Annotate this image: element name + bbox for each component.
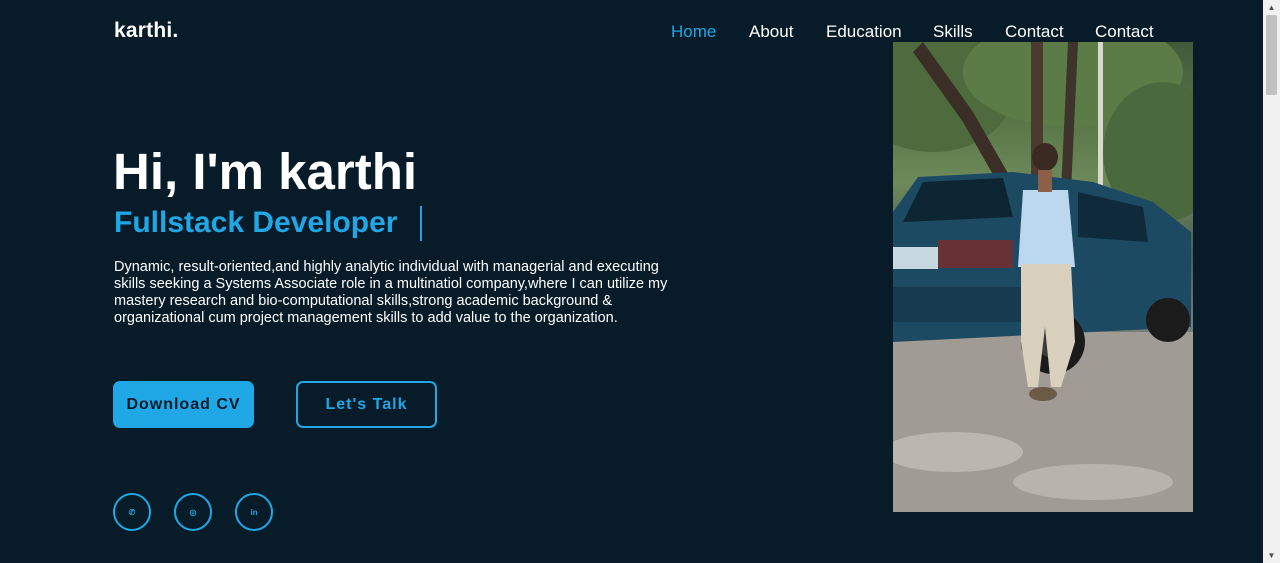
- hero-title: Hi, I'm karthi: [113, 143, 418, 200]
- nav-about[interactable]: About: [749, 22, 793, 42]
- nav-education[interactable]: Education: [826, 22, 902, 42]
- lets-talk-button[interactable]: Let's Talk: [296, 381, 437, 428]
- nav-skills[interactable]: Skills: [933, 22, 973, 42]
- download-cv-button[interactable]: Download CV: [113, 381, 254, 428]
- nav-home[interactable]: Home: [671, 22, 716, 42]
- linkedin-icon[interactable]: in: [235, 493, 273, 531]
- vertical-scrollbar[interactable]: ▲ ▼: [1263, 0, 1280, 563]
- nav-contact[interactable]: Contact: [1005, 22, 1064, 42]
- scroll-up-arrow-icon[interactable]: ▲: [1263, 0, 1280, 15]
- hero-bio: Dynamic, result-oriented,and highly anal…: [114, 259, 668, 326]
- typing-cursor: [420, 206, 422, 241]
- whatsapp-icon[interactable]: ✆: [113, 493, 151, 531]
- profile-photo-illustration: [893, 42, 1193, 512]
- hero-role: Fullstack Developer: [114, 206, 398, 239]
- instagram-icon[interactable]: ◎: [174, 493, 212, 531]
- nav-contact-2[interactable]: Contact: [1095, 22, 1154, 42]
- scrollbar-thumb[interactable]: [1266, 15, 1277, 95]
- site-logo[interactable]: karthi.: [114, 19, 178, 43]
- profile-photo: [893, 42, 1193, 512]
- scroll-down-arrow-icon[interactable]: ▼: [1263, 548, 1280, 563]
